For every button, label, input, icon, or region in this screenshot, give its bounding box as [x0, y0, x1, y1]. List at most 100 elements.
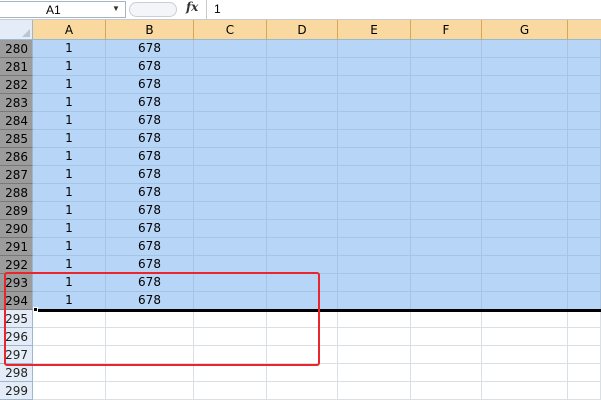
cell-f281[interactable] — [411, 58, 482, 76]
cell-g284[interactable] — [482, 112, 568, 130]
cell-h284[interactable] — [568, 112, 601, 130]
cell-b295[interactable] — [106, 310, 194, 328]
formula-bar-splitter[interactable] — [129, 2, 177, 17]
cell-b291[interactable]: 678 — [106, 238, 194, 256]
cell-f296[interactable] — [411, 328, 482, 346]
cell-f288[interactable] — [411, 184, 482, 202]
cell-d284[interactable] — [267, 112, 338, 130]
cell-h285[interactable] — [568, 130, 601, 148]
row-header-285[interactable]: 285 — [0, 130, 33, 148]
cell-d299[interactable] — [267, 382, 338, 400]
cell-h289[interactable] — [568, 202, 601, 220]
cell-a298[interactable] — [33, 364, 106, 382]
cell-d291[interactable] — [267, 238, 338, 256]
cell-e292[interactable] — [338, 256, 411, 274]
cell-c298[interactable] — [194, 364, 267, 382]
cell-b287[interactable]: 678 — [106, 166, 194, 184]
row-header-287[interactable]: 287 — [0, 166, 33, 184]
cell-g295[interactable] — [482, 310, 568, 328]
row-header-288[interactable]: 288 — [0, 184, 33, 202]
cell-c294[interactable] — [194, 292, 267, 310]
cell-e293[interactable] — [338, 274, 411, 292]
cell-h299[interactable] — [568, 382, 601, 400]
cell-d298[interactable] — [267, 364, 338, 382]
column-header-c[interactable]: C — [194, 20, 267, 40]
cell-g299[interactable] — [482, 382, 568, 400]
cell-e288[interactable] — [338, 184, 411, 202]
cell-g291[interactable] — [482, 238, 568, 256]
cell-d288[interactable] — [267, 184, 338, 202]
cell-e286[interactable] — [338, 148, 411, 166]
cell-b286[interactable]: 678 — [106, 148, 194, 166]
cell-g289[interactable] — [482, 202, 568, 220]
cell-e282[interactable] — [338, 76, 411, 94]
cell-d281[interactable] — [267, 58, 338, 76]
cell-h288[interactable] — [568, 184, 601, 202]
cell-g283[interactable] — [482, 94, 568, 112]
cell-b297[interactable] — [106, 346, 194, 364]
row-header-298[interactable]: 298 — [0, 364, 33, 382]
cell-a286[interactable]: 1 — [33, 148, 106, 166]
cell-a280[interactable]: 1 — [33, 40, 106, 58]
cell-h297[interactable] — [568, 346, 601, 364]
cell-f295[interactable] — [411, 310, 482, 328]
cell-g286[interactable] — [482, 148, 568, 166]
cell-a294[interactable]: 1 — [33, 292, 106, 310]
cell-c284[interactable] — [194, 112, 267, 130]
cell-b299[interactable] — [106, 382, 194, 400]
cell-b280[interactable]: 678 — [106, 40, 194, 58]
cell-e283[interactable] — [338, 94, 411, 112]
row-header-291[interactable]: 291 — [0, 238, 33, 256]
column-header-d[interactable]: D — [267, 20, 338, 40]
cell-h291[interactable] — [568, 238, 601, 256]
cell-f299[interactable] — [411, 382, 482, 400]
cell-a287[interactable]: 1 — [33, 166, 106, 184]
row-header-299[interactable]: 299 — [0, 382, 33, 400]
cell-b285[interactable]: 678 — [106, 130, 194, 148]
cell-h295[interactable] — [568, 310, 601, 328]
cell-a291[interactable]: 1 — [33, 238, 106, 256]
cell-f294[interactable] — [411, 292, 482, 310]
cell-h294[interactable] — [568, 292, 601, 310]
cell-g298[interactable] — [482, 364, 568, 382]
column-header-f[interactable]: F — [411, 20, 482, 40]
cell-g294[interactable] — [482, 292, 568, 310]
cell-d296[interactable] — [267, 328, 338, 346]
cell-e291[interactable] — [338, 238, 411, 256]
cell-f293[interactable] — [411, 274, 482, 292]
cell-a299[interactable] — [33, 382, 106, 400]
row-header-286[interactable]: 286 — [0, 148, 33, 166]
cell-c295[interactable] — [194, 310, 267, 328]
cell-f290[interactable] — [411, 220, 482, 238]
cell-d297[interactable] — [267, 346, 338, 364]
cell-c285[interactable] — [194, 130, 267, 148]
cell-h292[interactable] — [568, 256, 601, 274]
cell-h283[interactable] — [568, 94, 601, 112]
cell-a283[interactable]: 1 — [33, 94, 106, 112]
cell-a289[interactable]: 1 — [33, 202, 106, 220]
cell-d293[interactable] — [267, 274, 338, 292]
cell-c288[interactable] — [194, 184, 267, 202]
cell-g280[interactable] — [482, 40, 568, 58]
cell-f292[interactable] — [411, 256, 482, 274]
formula-input[interactable]: 1 — [214, 2, 221, 16]
cell-f282[interactable] — [411, 76, 482, 94]
cell-c299[interactable] — [194, 382, 267, 400]
insert-function-icon[interactable]: fx — [186, 0, 198, 14]
cell-b282[interactable]: 678 — [106, 76, 194, 94]
cell-g297[interactable] — [482, 346, 568, 364]
row-header-282[interactable]: 282 — [0, 76, 33, 94]
cell-g292[interactable] — [482, 256, 568, 274]
cell-e295[interactable] — [338, 310, 411, 328]
cell-f286[interactable] — [411, 148, 482, 166]
cell-f280[interactable] — [411, 40, 482, 58]
cell-c286[interactable] — [194, 148, 267, 166]
cell-d286[interactable] — [267, 148, 338, 166]
cell-a281[interactable]: 1 — [33, 58, 106, 76]
cell-c296[interactable] — [194, 328, 267, 346]
cell-d282[interactable] — [267, 76, 338, 94]
cell-e284[interactable] — [338, 112, 411, 130]
cell-g288[interactable] — [482, 184, 568, 202]
cell-h298[interactable] — [568, 364, 601, 382]
cell-d285[interactable] — [267, 130, 338, 148]
